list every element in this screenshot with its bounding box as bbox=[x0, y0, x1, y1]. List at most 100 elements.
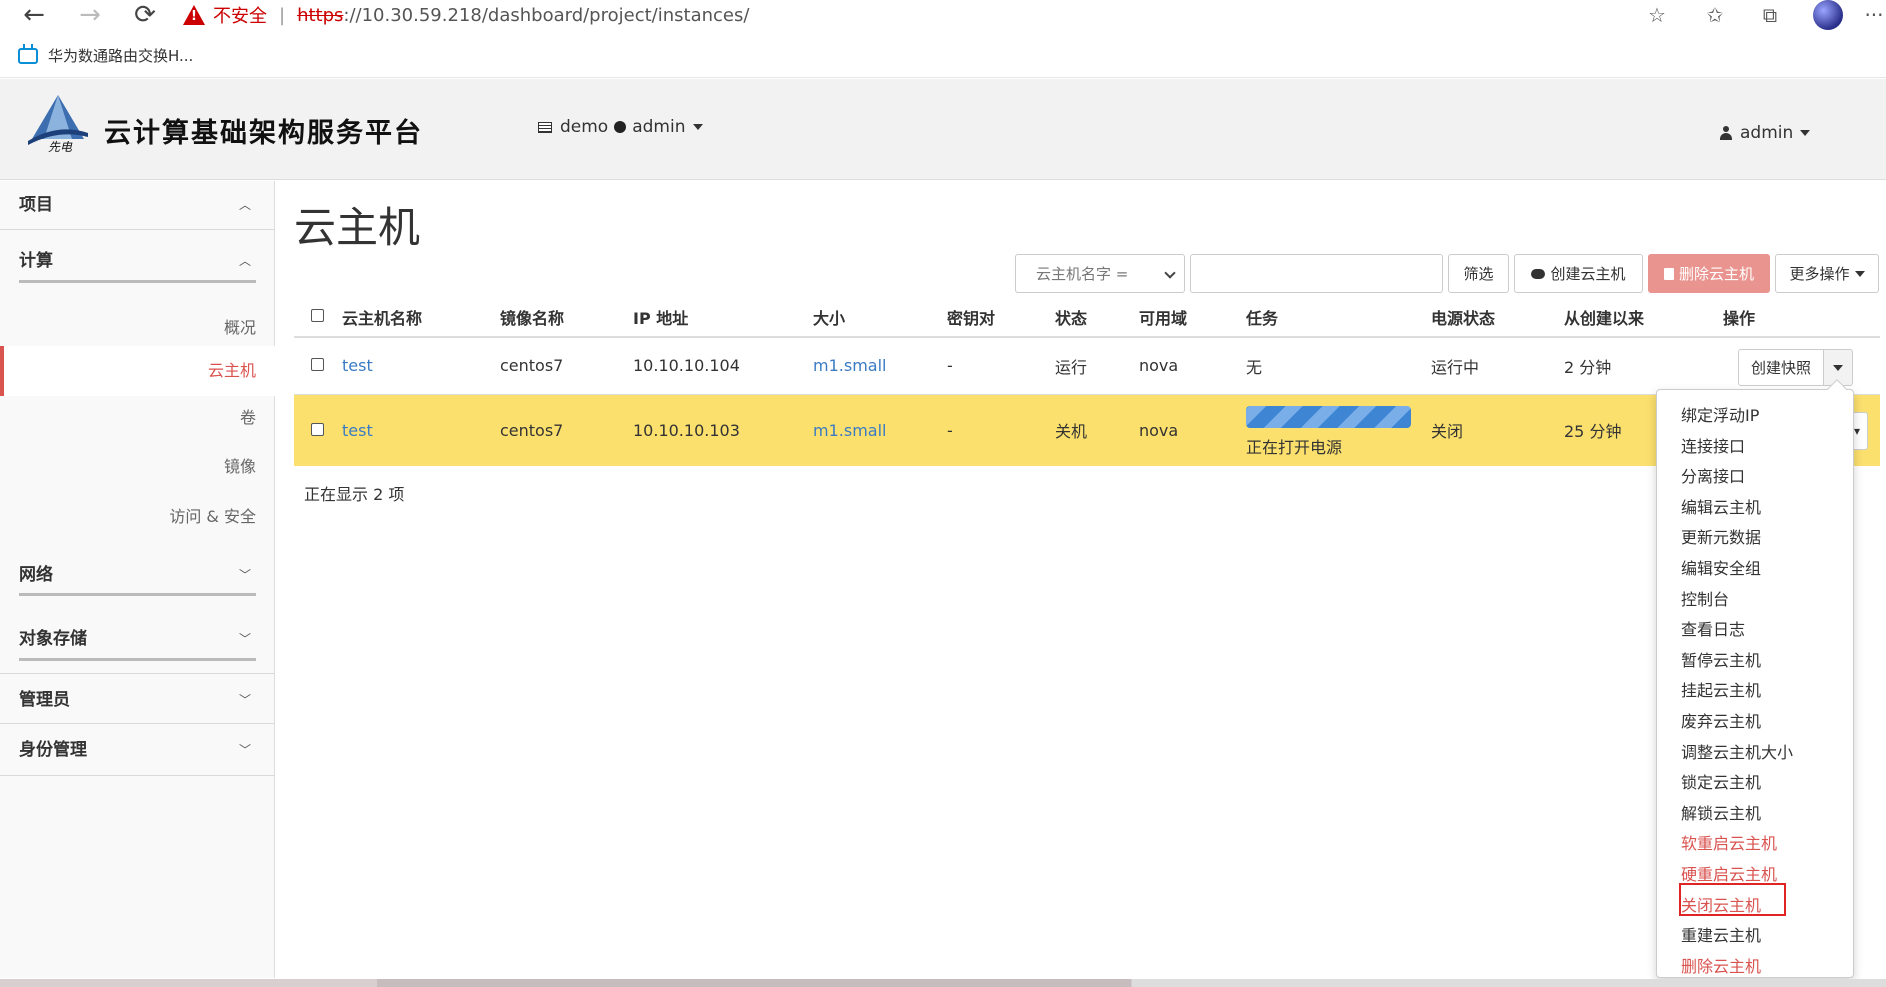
table-row: test centos7 10.10.10.103 m1.small - 关机 … bbox=[294, 394, 1880, 466]
dropdown-item[interactable]: 删除云主机 bbox=[1681, 953, 1761, 977]
image-cell: centos7 bbox=[500, 337, 633, 395]
chevron-down-icon: ﹀ bbox=[238, 743, 251, 757]
column-header[interactable]: 镜像名称 bbox=[500, 297, 633, 338]
url-separator: | bbox=[279, 4, 286, 26]
dropdown-item[interactable]: 解锁云主机 bbox=[1681, 800, 1761, 824]
sidebar-item-volumes[interactable]: 卷 bbox=[0, 398, 275, 438]
ip-cell: 10.10.10.104 bbox=[633, 337, 813, 395]
bookmark-link[interactable]: 华为数通路由交换H... bbox=[48, 45, 193, 66]
flavor-link[interactable]: m1.small bbox=[813, 356, 886, 375]
ip-cell: 10.10.10.103 bbox=[633, 394, 813, 466]
column-header[interactable]: 可用域 bbox=[1139, 297, 1246, 338]
sidebar-section-identity[interactable]: 身份管理 ﹀ bbox=[0, 738, 275, 762]
column-header[interactable]: 状态 bbox=[1055, 297, 1139, 338]
sidebar-section-admin[interactable]: 管理员 ﹀ bbox=[0, 688, 275, 712]
create-snapshot-button[interactable]: 创建快照 bbox=[1738, 349, 1824, 386]
section-underline bbox=[19, 593, 256, 596]
column-header[interactable]: 电源状态 bbox=[1431, 297, 1564, 338]
flavor-link[interactable]: m1.small bbox=[813, 421, 886, 440]
select-all-checkbox[interactable] bbox=[311, 309, 324, 322]
dropdown-item[interactable]: 连接接口 bbox=[1681, 433, 1745, 457]
sidebar-section-network[interactable]: 网络 ﹀ bbox=[0, 563, 275, 587]
dropdown-item[interactable]: 调整云主机大小 bbox=[1681, 739, 1793, 763]
dropdown-item[interactable]: 软重启云主机 bbox=[1681, 830, 1777, 854]
sidebar: 项目 ︿ 计算 ︿ 概况 云主机 卷 镜像 访问 & 安全 网络 ﹀ 对象存储 … bbox=[0, 181, 275, 978]
sidebar-section-object-storage[interactable]: 对象存储 ﹀ bbox=[0, 627, 275, 651]
sidebar-section-project[interactable]: 项目 ︿ bbox=[0, 193, 275, 229]
row-checkbox[interactable] bbox=[311, 422, 324, 436]
project-switcher[interactable]: demo admin bbox=[538, 117, 703, 137]
forward-icon[interactable]: → bbox=[72, 0, 108, 30]
sidebar-section-label: 网络 bbox=[19, 565, 53, 585]
column-header[interactable]: 任务 bbox=[1246, 297, 1431, 338]
brand-logo: 先电 bbox=[28, 95, 88, 153]
dropdown-item[interactable]: 查看日志 bbox=[1681, 616, 1745, 640]
sidebar-item-instances[interactable]: 云主机 bbox=[0, 346, 275, 396]
user-icon bbox=[1720, 126, 1732, 140]
power-state-cell: 关闭 bbox=[1431, 394, 1564, 466]
sidebar-section-compute[interactable]: 计算 ︿ bbox=[0, 249, 275, 273]
sidebar-section-label: 计算 bbox=[19, 251, 53, 271]
security-label[interactable]: 不安全 bbox=[213, 2, 267, 28]
filter-field-select[interactable]: 云主机名字 = bbox=[1015, 254, 1185, 293]
chevron-down-icon bbox=[1833, 364, 1843, 371]
column-header[interactable]: IP 地址 bbox=[633, 297, 813, 338]
filter-button[interactable]: 筛选 bbox=[1448, 254, 1509, 293]
chevron-down-icon bbox=[1800, 130, 1811, 136]
dot-icon bbox=[614, 121, 627, 133]
dropdown-item[interactable]: 挂起云主机 bbox=[1681, 677, 1761, 701]
dropdown-item[interactable]: 锁定云主机 bbox=[1681, 769, 1761, 793]
brand-title: 云计算基础架构服务平台 bbox=[104, 118, 423, 149]
project-name: demo bbox=[560, 117, 609, 137]
dropdown-item[interactable]: 硬重启云主机 bbox=[1681, 861, 1777, 885]
cloud-upload-icon bbox=[1531, 268, 1546, 279]
instance-name-link[interactable]: test bbox=[342, 356, 373, 375]
back-icon[interactable]: ← bbox=[16, 0, 52, 30]
instance-name-link[interactable]: test bbox=[342, 421, 373, 440]
user-menu[interactable]: admin bbox=[1720, 123, 1811, 143]
favorite-add-icon[interactable]: ☆ bbox=[1640, 0, 1674, 30]
instances-table: 云主机名称 镜像名称 IP 地址 大小 密钥对 状态 可用域 任务 电源状态 从… bbox=[294, 297, 1880, 466]
keypair-cell: - bbox=[947, 337, 1055, 395]
dropdown-item[interactable]: 绑定浮动IP bbox=[1681, 402, 1759, 426]
address-bar[interactable]: ! 不安全 | https ://10.30.59.218/dashboard/… bbox=[183, 0, 1668, 30]
chevron-up-icon: ︿ bbox=[238, 254, 251, 268]
column-header: 操作 bbox=[1723, 297, 1880, 338]
row-actions-menu: 绑定浮动IP 连接接口分离接口编辑云主机更新元数据编辑安全组控制台查看日志暂停云主… bbox=[1656, 379, 1854, 978]
status-cell: 运行 bbox=[1055, 337, 1139, 395]
column-header[interactable]: 密钥对 bbox=[947, 297, 1055, 338]
dropdown-item[interactable]: 废弃云主机 bbox=[1681, 708, 1761, 732]
sidebar-item-access-security[interactable]: 访问 & 安全 bbox=[0, 497, 275, 537]
reload-icon[interactable]: ⟳ bbox=[127, 0, 163, 30]
create-instance-button[interactable]: 创建云主机 bbox=[1514, 254, 1643, 293]
more-icon[interactable]: ··· bbox=[1862, 0, 1886, 30]
list-icon bbox=[538, 121, 552, 133]
more-actions-button[interactable]: 更多操作 bbox=[1775, 254, 1879, 293]
user-name: admin bbox=[1740, 123, 1794, 143]
dropdown-item[interactable]: 控制台 bbox=[1681, 586, 1729, 610]
section-underline bbox=[19, 658, 256, 661]
delete-instance-button[interactable]: 删除云主机 bbox=[1648, 254, 1770, 293]
filter-input[interactable] bbox=[1190, 254, 1443, 293]
select-all-cell bbox=[294, 297, 342, 338]
age-cell: 2 分钟 bbox=[1564, 337, 1723, 395]
column-header[interactable]: 云主机名称 bbox=[342, 297, 500, 338]
sidebar-item-images[interactable]: 镜像 bbox=[0, 447, 275, 487]
dropdown-item[interactable]: 更新元数据 bbox=[1681, 524, 1761, 548]
favorites-icon[interactable]: ✩ bbox=[1698, 0, 1732, 30]
status-cell: 关机 bbox=[1055, 394, 1139, 466]
app-header: 先电 云计算基础架构服务平台 demo admin admin bbox=[0, 79, 1886, 180]
profile-avatar[interactable] bbox=[1813, 0, 1843, 30]
dropdown-item[interactable]: 分离接口 bbox=[1681, 463, 1745, 487]
dropdown-item[interactable]: 重建云主机 bbox=[1681, 922, 1761, 946]
row-checkbox[interactable] bbox=[311, 358, 324, 372]
chevron-down-icon: ﹀ bbox=[238, 632, 251, 646]
dropdown-item[interactable]: 编辑安全组 bbox=[1681, 555, 1761, 579]
column-header[interactable]: 从创建以来 bbox=[1564, 297, 1723, 338]
dropdown-item[interactable]: 暂停云主机 bbox=[1681, 647, 1761, 671]
sidebar-section-label: 对象存储 bbox=[19, 629, 87, 649]
dropdown-item[interactable]: 编辑云主机 bbox=[1681, 494, 1761, 518]
column-header[interactable]: 大小 bbox=[813, 297, 947, 338]
sidebar-item-overview[interactable]: 概况 bbox=[0, 308, 275, 348]
collections-icon[interactable]: ⧉ bbox=[1753, 0, 1787, 30]
